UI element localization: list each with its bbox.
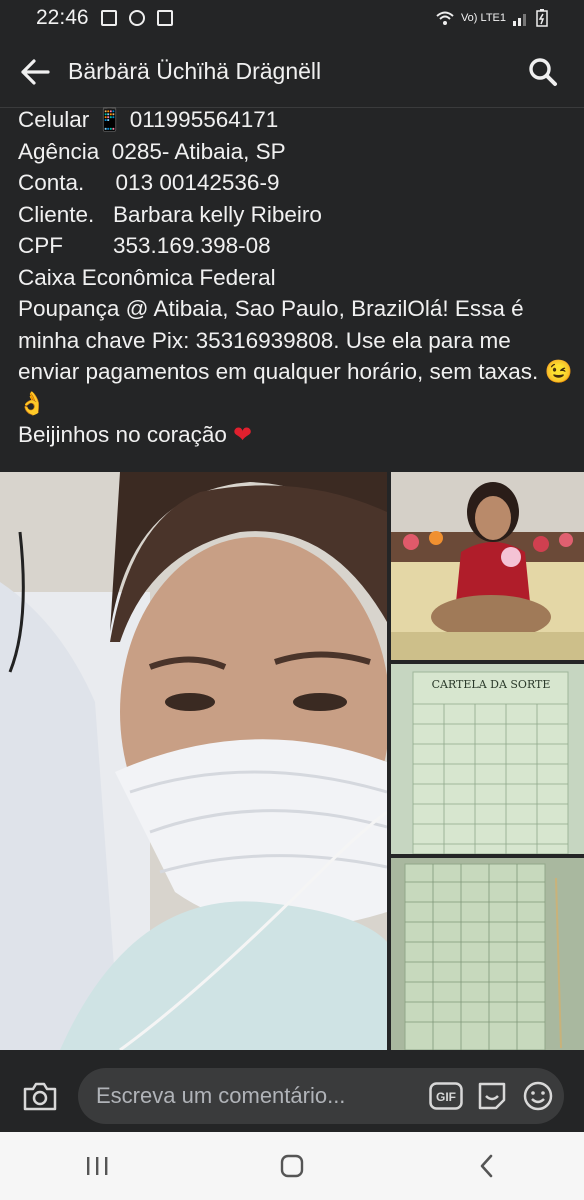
- post-line-cpf: CPF 353.169.398-08: [18, 233, 271, 258]
- post-line-account: Conta. 013 00142536-9: [18, 170, 280, 195]
- recents-icon: [87, 1157, 108, 1175]
- chevron-left-icon: [480, 1154, 492, 1178]
- sticker-icon: [478, 1082, 506, 1110]
- page-title: Bärbärä Üchïhä Drägnëll: [68, 58, 322, 84]
- post-line-client: Cliente. Barbara kelly Ribeiro: [18, 201, 322, 227]
- recents-button[interactable]: [67, 1136, 127, 1196]
- svg-text:GIF: GIF: [436, 1090, 456, 1104]
- status-left: 22:46: [36, 6, 173, 30]
- photo-seated[interactable]: [391, 472, 584, 660]
- home-button[interactable]: [262, 1136, 322, 1196]
- post-line-agency: Agência 0285- Atibaia, SP: [18, 138, 286, 164]
- comment-bar: Escreva um comentário... GIF: [0, 1060, 584, 1132]
- gif-icon: GIF: [429, 1082, 463, 1110]
- emoji-icon: [523, 1081, 553, 1111]
- camera-icon: [23, 1082, 57, 1111]
- gallery-notification-icon: [100, 10, 117, 26]
- camera-button[interactable]: [20, 1076, 60, 1116]
- home-icon: [280, 1154, 304, 1178]
- post-line-phone: Celular 📱 011995564171: [18, 107, 279, 132]
- raffle-card-title: CARTELA DA SORTE: [431, 678, 551, 691]
- post-closing: Beijinhos no coração ❤: [18, 419, 574, 451]
- back-button[interactable]: [18, 55, 52, 89]
- post-paragraph: Poupança @ Atibaia, Sao Paulo, BrazilOlá…: [18, 296, 573, 416]
- back-nav-button[interactable]: [457, 1136, 517, 1196]
- sticker-button[interactable]: [472, 1076, 512, 1116]
- top-bar: Bärbärä Üchïhä Drägnëll: [0, 36, 584, 108]
- search-button[interactable]: [526, 55, 560, 89]
- post-text: Celular 📱 011995564171 Agência 0285- Ati…: [18, 104, 574, 451]
- selfie-image: [0, 472, 387, 1050]
- photo-raffle-card-2[interactable]: [391, 858, 584, 1050]
- comment-placeholder: Escreva um comentário...: [96, 1083, 346, 1108]
- raffle-card-image: [391, 664, 584, 854]
- post-closing-text: Beijinhos no coração: [18, 422, 227, 447]
- gif-button[interactable]: GIF: [426, 1076, 466, 1116]
- system-nav-bar: [0, 1132, 584, 1200]
- raffle-card-2-image: [391, 858, 584, 1050]
- seated-photo-image: [391, 472, 584, 660]
- photo-gallery: CARTELA DA SORTE: [0, 472, 584, 1050]
- status-bar: 22:46 Vo) LTE1: [0, 0, 584, 36]
- search-icon: [529, 57, 557, 86]
- network-label: Vo) LTE1: [460, 12, 506, 24]
- photo-selfie[interactable]: [0, 472, 387, 1050]
- check-notification-icon: [156, 10, 173, 26]
- signal-icon: [513, 14, 526, 26]
- wifi-icon: [436, 11, 454, 25]
- post-line-bank: Caixa Econômica Federal: [18, 264, 276, 290]
- battery-icon: [536, 9, 548, 27]
- status-right: Vo) LTE1: [435, 9, 548, 27]
- emoji-button[interactable]: [518, 1076, 558, 1116]
- crosshair-notification-icon: [128, 10, 145, 26]
- comment-input[interactable]: Escreva um comentário... GIF: [78, 1068, 564, 1124]
- status-time: 22:46: [36, 6, 89, 29]
- photo-raffle-card[interactable]: CARTELA DA SORTE: [391, 664, 584, 854]
- arrow-left-icon: [21, 58, 50, 85]
- heart-emoji: ❤: [233, 422, 253, 447]
